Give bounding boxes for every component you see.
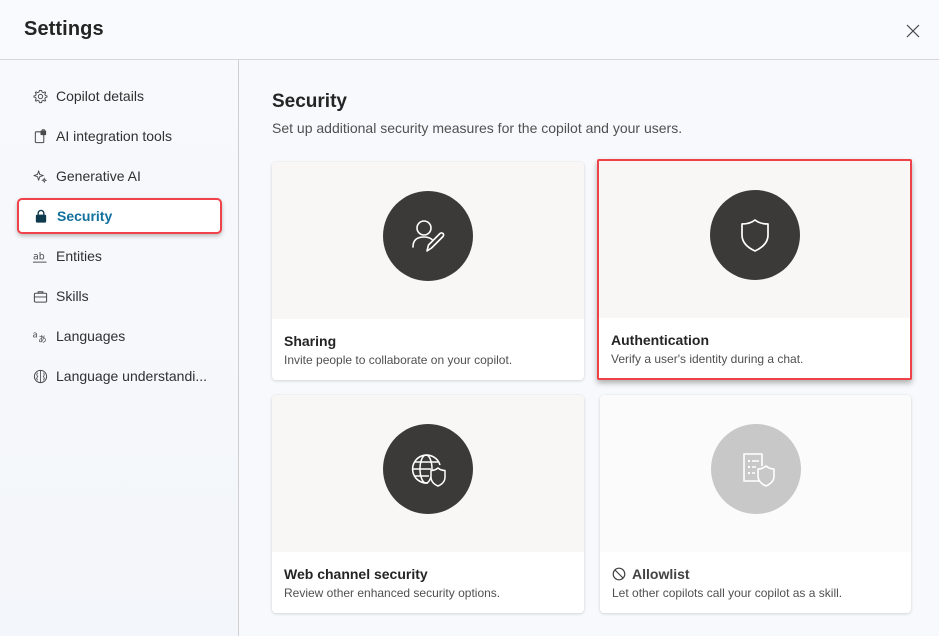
sidebar-item-label: AI integration tools — [56, 128, 172, 144]
card-hero — [272, 162, 584, 319]
translate-icon: aあ — [32, 328, 48, 344]
card-title-text: Allowlist — [632, 566, 690, 582]
sidebar-item-generative-ai[interactable]: Generative AI — [20, 159, 220, 193]
card-icon-circle — [709, 189, 800, 280]
card-allowlist[interactable]: Allowlist Let other copilots call your c… — [600, 395, 911, 613]
sidebar-item-entities[interactable]: ab Entities — [20, 239, 220, 273]
card-hero — [599, 161, 910, 318]
sidebar-item-label: Skills — [56, 288, 89, 304]
person-edit-icon — [412, 219, 445, 252]
integration-tools-icon — [32, 128, 48, 144]
settings-sidebar: Copilot details AI integration tools Gen… — [0, 60, 239, 636]
card-icon-circle — [383, 190, 473, 281]
sidebar-item-label: Copilot details — [56, 88, 144, 104]
page-title: Security — [272, 91, 347, 112]
sidebar-item-label: Entities — [56, 248, 102, 264]
sidebar-item-label: Generative AI — [56, 168, 141, 184]
card-icon-circle — [710, 423, 801, 514]
card-authentication[interactable]: Authentication Verify a user's identity … — [597, 159, 912, 380]
card-title: Authentication — [611, 332, 709, 348]
lock-icon — [33, 208, 49, 224]
card-web-channel-security[interactable]: Web channel security Review other enhanc… — [272, 395, 584, 613]
card-icon-circle — [383, 423, 473, 514]
card-description: Verify a user's identity during a chat. — [611, 352, 804, 366]
security-panel: Security Set up additional security meas… — [240, 60, 939, 636]
shield-icon — [740, 218, 769, 252]
sidebar-item-language-understanding[interactable]: Language understandi... — [20, 359, 220, 393]
card-description: Invite people to collaborate on your cop… — [284, 353, 513, 367]
globe-shield-icon — [411, 453, 446, 487]
card-hero — [272, 395, 584, 552]
sidebar-item-label: Security — [57, 208, 113, 224]
sidebar-item-label: Languages — [56, 328, 126, 344]
svg-text:あ: あ — [38, 334, 46, 344]
card-hero — [600, 395, 911, 552]
card-description: Review other enhanced security options. — [284, 586, 501, 600]
brain-icon — [32, 368, 48, 384]
settings-header: Settings — [0, 0, 939, 60]
page-subtitle: Set up additional security measures for … — [272, 120, 683, 136]
briefcase-icon — [32, 288, 48, 304]
svg-text:ab: ab — [33, 251, 45, 262]
card-sharing[interactable]: Sharing Invite people to collaborate on … — [272, 162, 584, 380]
sidebar-item-security[interactable]: Security — [17, 198, 222, 234]
sidebar-item-skills[interactable]: Skills — [20, 279, 220, 313]
document-shield-icon — [742, 452, 775, 487]
card-title: Allowlist — [612, 566, 690, 582]
blocked-icon — [612, 567, 626, 581]
settings-title: Settings — [24, 18, 104, 40]
card-title: Web channel security — [284, 566, 428, 582]
close-icon — [906, 24, 920, 38]
gear-icon — [32, 88, 48, 104]
text-ab-icon: ab — [32, 248, 48, 264]
sidebar-item-languages[interactable]: aあ Languages — [20, 319, 220, 353]
close-button[interactable] — [902, 20, 924, 42]
card-title: Sharing — [284, 333, 337, 349]
sidebar-item-label: Language understandi... — [56, 368, 208, 384]
card-description: Let other copilots call your copilot as … — [612, 586, 843, 600]
sidebar-item-ai-integration-tools[interactable]: AI integration tools — [20, 119, 220, 153]
sparkle-icon — [32, 168, 48, 184]
svg-text:a: a — [33, 329, 38, 339]
sidebar-item-copilot-details[interactable]: Copilot details — [20, 79, 220, 113]
